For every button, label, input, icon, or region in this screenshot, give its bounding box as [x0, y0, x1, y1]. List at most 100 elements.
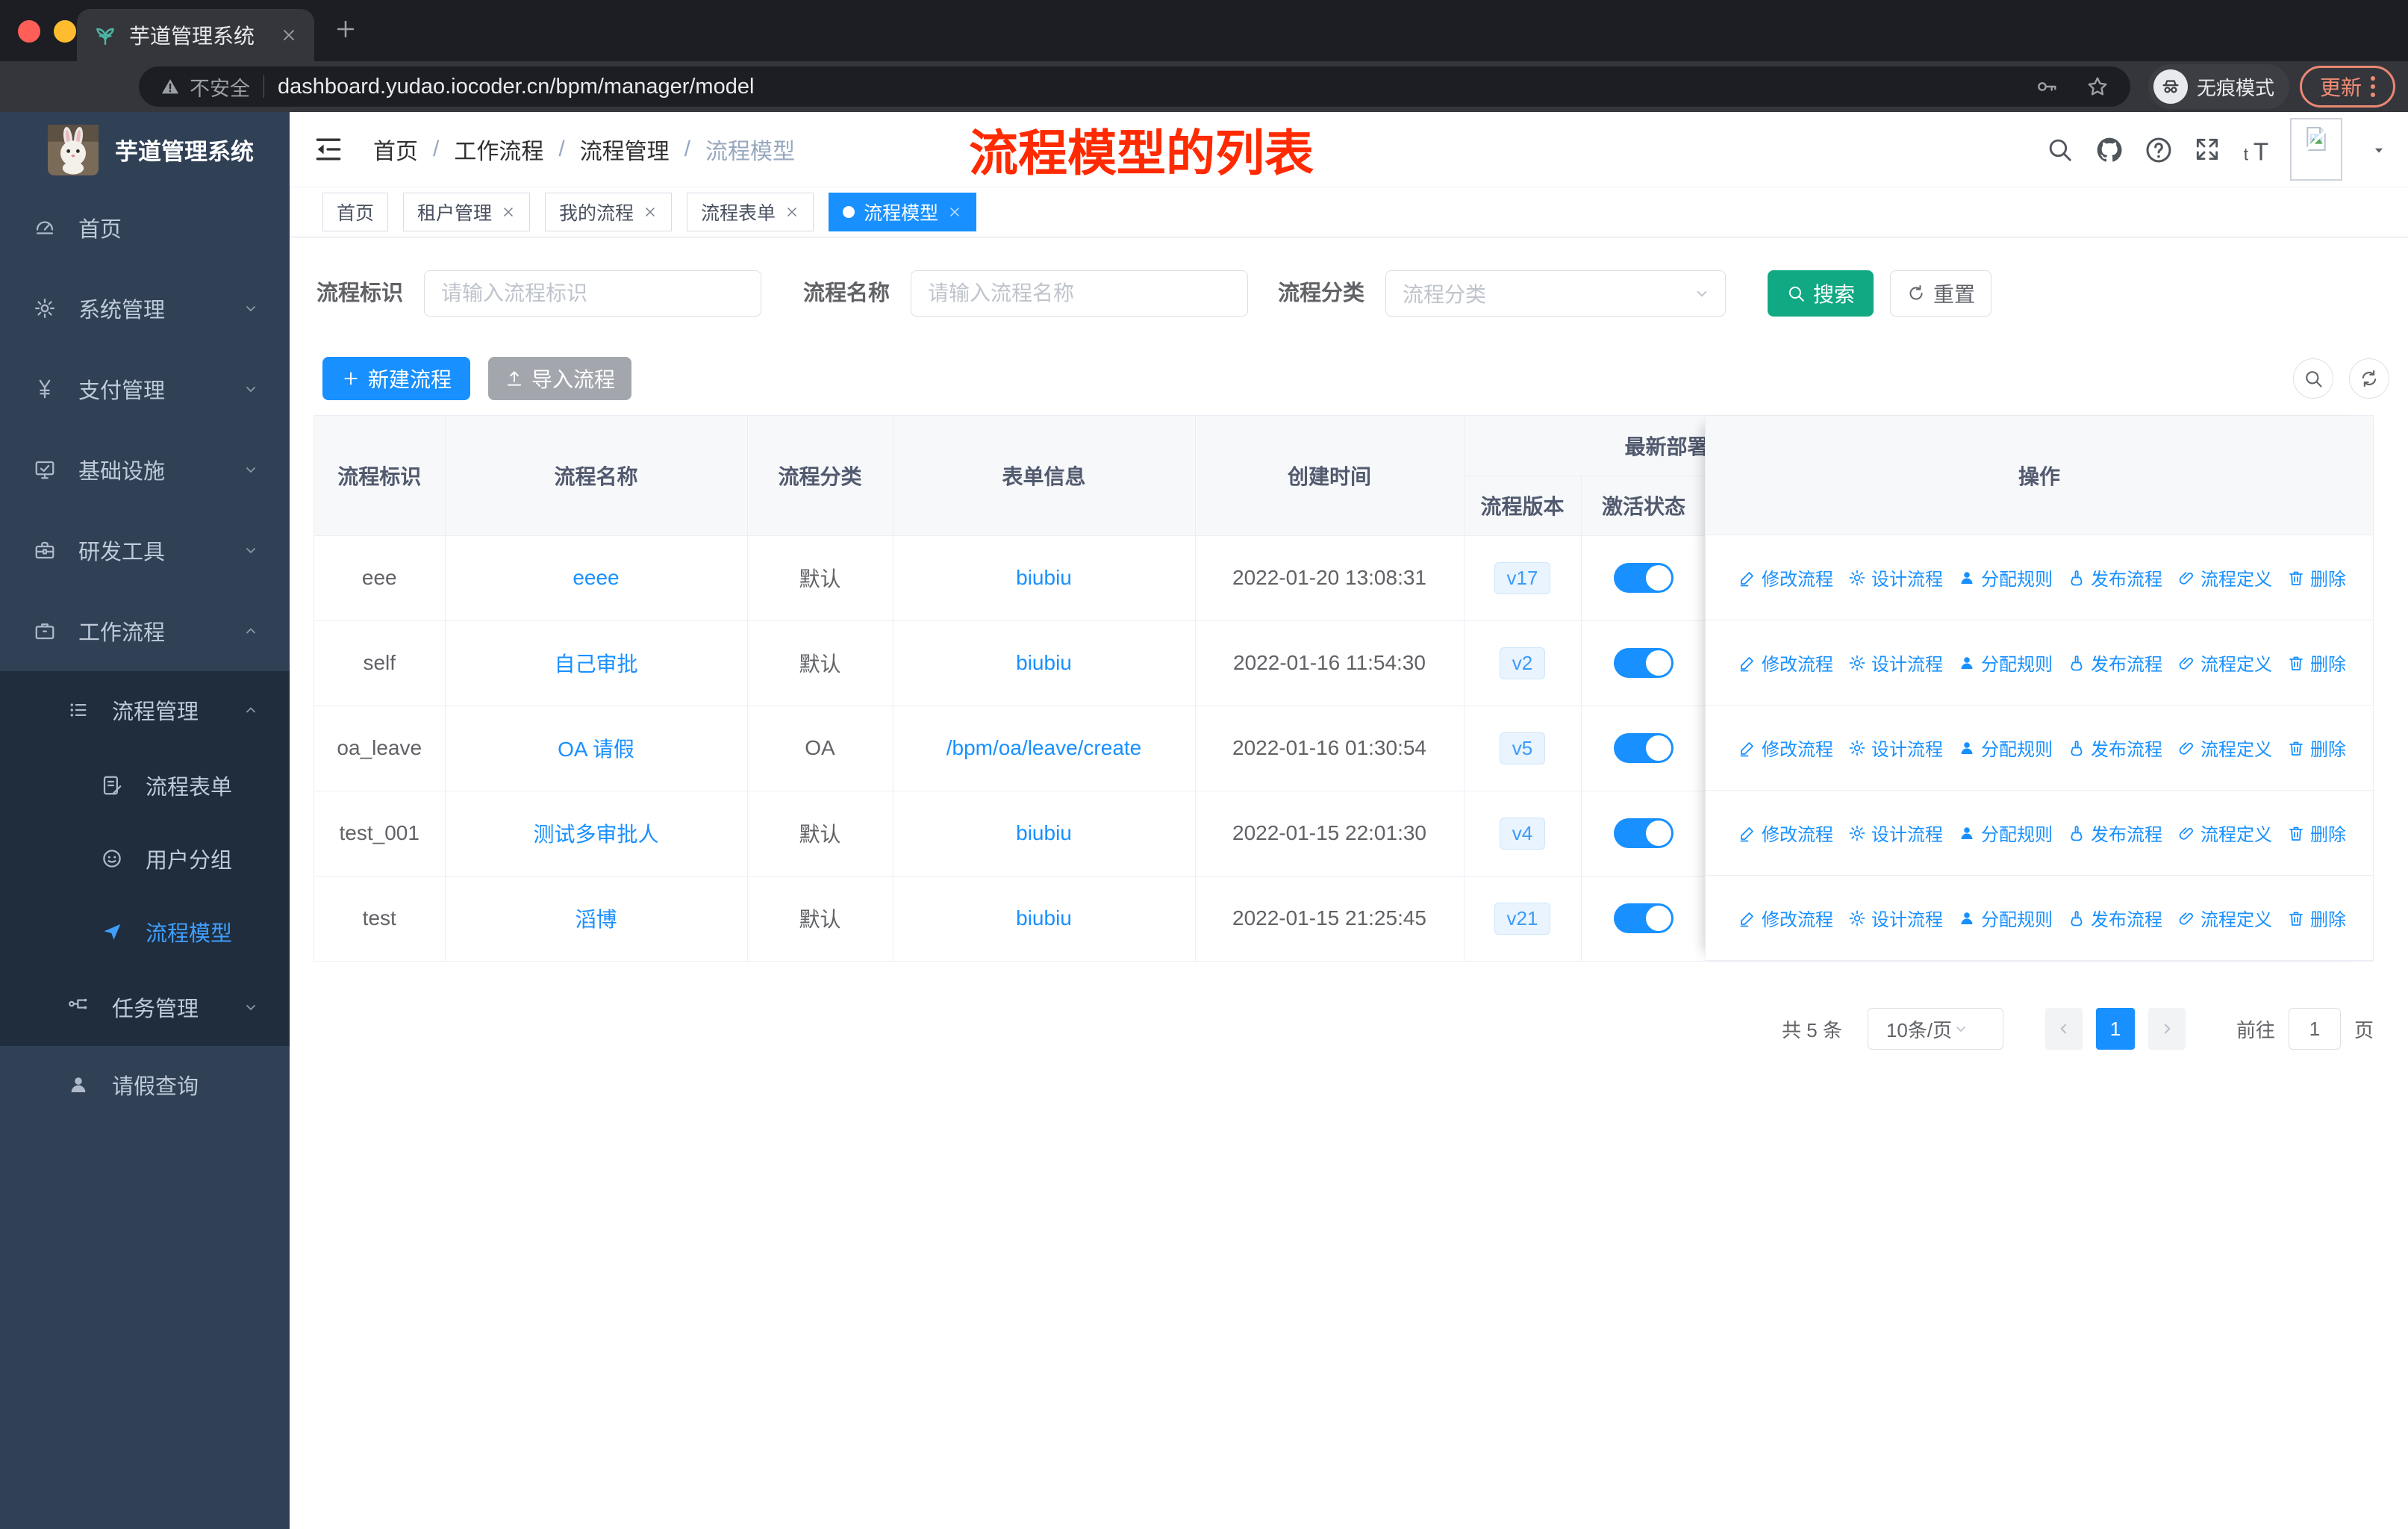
edit-process-link[interactable]: 修改流程	[1738, 564, 1833, 591]
tag-item-1[interactable]: 租户管理	[403, 193, 531, 231]
category-select[interactable]: 流程分类	[1385, 270, 1726, 317]
page-size-select[interactable]: 10条/页	[1867, 1008, 2003, 1050]
assign-rule-link[interactable]: 分配规则	[1958, 735, 2053, 761]
tag-close-icon[interactable]	[643, 205, 658, 219]
browser-menu-icon[interactable]	[2371, 76, 2375, 97]
edit-process-link[interactable]: 修改流程	[1738, 820, 1833, 846]
refresh-table-button[interactable]	[2349, 358, 2389, 399]
process-key-input[interactable]	[424, 270, 761, 317]
publish-process-link[interactable]: 发布流程	[2068, 564, 2162, 591]
next-page-button[interactable]	[2147, 1008, 2186, 1050]
process-name-link[interactable]: 自己审批	[554, 653, 637, 676]
form-info-link[interactable]: biubiu	[1016, 651, 1072, 674]
github-icon[interactable]	[2094, 135, 2124, 165]
tab-close-icon[interactable]	[280, 26, 298, 44]
form-info-link[interactable]: /bpm/oa/leave/create	[946, 736, 1142, 759]
page-1-button[interactable]: 1	[2095, 1008, 2135, 1050]
bookmark-star-icon[interactable]	[2086, 75, 2109, 99]
prev-page-button[interactable]	[2044, 1008, 2083, 1050]
active-status-toggle[interactable]	[1614, 648, 1674, 678]
process-definition-link[interactable]: 流程定义	[2177, 820, 2272, 846]
browser-tab[interactable]: 芋道管理系统	[77, 9, 314, 61]
tag-close-icon[interactable]	[785, 205, 799, 219]
sidebar-item-user-group[interactable]: 用户分组	[0, 822, 290, 895]
import-process-button[interactable]: 导入流程	[488, 357, 631, 400]
delete-link[interactable]: 删除	[2287, 564, 2346, 591]
avatar-caret-icon[interactable]	[2371, 142, 2387, 158]
sidebar-item-devtools[interactable]: 研发工具	[0, 510, 290, 591]
process-name-link[interactable]: OA 请假	[558, 738, 634, 761]
sidebar-item-process-manage[interactable]: 流程管理	[0, 671, 290, 749]
sidebar-item-leave-query[interactable]: 请假查询	[0, 1046, 290, 1124]
tag-item-3[interactable]: 流程表单	[687, 193, 814, 231]
active-status-toggle[interactable]	[1614, 563, 1674, 593]
publish-process-link[interactable]: 发布流程	[2068, 650, 2162, 676]
breadcrumb-process-manage[interactable]: 流程管理	[580, 133, 670, 166]
sidebar-item-home[interactable]: 首页	[0, 187, 290, 268]
sidebar-item-process-form[interactable]: 流程表单	[0, 749, 290, 822]
password-key-icon[interactable]	[2035, 75, 2059, 99]
goto-page-input[interactable]	[2288, 1008, 2341, 1050]
sidebar-item-system[interactable]: 系统管理	[0, 268, 290, 349]
create-process-button[interactable]: 新建流程	[322, 357, 470, 400]
new-tab-button[interactable]	[333, 16, 358, 42]
design-process-link[interactable]: 设计流程	[1848, 564, 1943, 591]
header-search-icon[interactable]	[2045, 135, 2074, 164]
breadcrumb-home[interactable]: 首页	[373, 133, 418, 166]
tag-item-4[interactable]: 流程模型	[829, 193, 977, 231]
tag-close-icon[interactable]	[947, 205, 962, 219]
search-button[interactable]: 搜索	[1768, 270, 1874, 317]
publish-process-link[interactable]: 发布流程	[2068, 820, 2162, 846]
design-process-link[interactable]: 设计流程	[1848, 820, 1943, 846]
active-status-toggle[interactable]	[1614, 903, 1674, 933]
tag-home[interactable]: 首页	[322, 193, 389, 231]
process-name-link[interactable]: eeee	[573, 566, 619, 589]
sidebar-item-process-model[interactable]: 流程模型	[0, 895, 290, 968]
reset-button[interactable]: 重置	[1890, 270, 1991, 317]
design-process-link[interactable]: 设计流程	[1848, 905, 1943, 931]
fullscreen-icon[interactable]	[2193, 135, 2221, 164]
edit-process-link[interactable]: 修改流程	[1738, 735, 1833, 761]
sidebar-item-task-manage[interactable]: 任务管理	[0, 968, 290, 1046]
delete-link[interactable]: 删除	[2287, 820, 2346, 846]
help-icon[interactable]	[2144, 135, 2174, 165]
publish-process-link[interactable]: 发布流程	[2068, 735, 2162, 761]
process-name-input[interactable]	[911, 270, 1248, 317]
assign-rule-link[interactable]: 分配规则	[1958, 820, 2053, 846]
sidebar-item-infra[interactable]: 基础设施	[0, 429, 290, 510]
process-name-link[interactable]: 测试多审批人	[533, 823, 658, 846]
close-window-button[interactable]	[18, 20, 40, 43]
process-definition-link[interactable]: 流程定义	[2177, 905, 2272, 931]
active-status-toggle[interactable]	[1614, 818, 1674, 848]
edit-process-link[interactable]: 修改流程	[1738, 905, 1833, 931]
delete-link[interactable]: 删除	[2287, 905, 2346, 931]
tag-item-2[interactable]: 我的流程	[545, 193, 673, 231]
form-info-link[interactable]: biubiu	[1016, 566, 1072, 589]
address-bar[interactable]: 不安全 dashboard.yudao.iocoder.cn/bpm/manag…	[139, 66, 2130, 107]
form-info-link[interactable]: biubiu	[1016, 906, 1072, 929]
sidebar-collapse-icon[interactable]	[312, 133, 345, 166]
active-status-toggle[interactable]	[1614, 733, 1674, 763]
user-avatar[interactable]	[2290, 118, 2342, 181]
edit-process-link[interactable]: 修改流程	[1738, 650, 1833, 676]
breadcrumb-workflow[interactable]: 工作流程	[454, 133, 543, 166]
form-info-link[interactable]: biubiu	[1016, 821, 1072, 844]
delete-link[interactable]: 删除	[2287, 735, 2346, 761]
sidebar-item-payment[interactable]: 支付管理	[0, 349, 290, 429]
assign-rule-link[interactable]: 分配规则	[1958, 905, 2053, 931]
delete-link[interactable]: 删除	[2287, 650, 2346, 676]
toggle-search-button[interactable]	[2293, 358, 2333, 399]
tag-close-icon[interactable]	[501, 205, 516, 219]
process-definition-link[interactable]: 流程定义	[2177, 650, 2272, 676]
font-size-icon[interactable]: tT	[2242, 135, 2274, 166]
process-name-link[interactable]: 滔博	[575, 908, 617, 931]
design-process-link[interactable]: 设计流程	[1848, 650, 1943, 676]
design-process-link[interactable]: 设计流程	[1848, 735, 1943, 761]
assign-rule-link[interactable]: 分配规则	[1958, 650, 2053, 676]
process-definition-link[interactable]: 流程定义	[2177, 564, 2272, 591]
update-button[interactable]: 更新	[2300, 66, 2395, 108]
sidebar-item-workflow[interactable]: 工作流程	[0, 591, 290, 671]
url-text[interactable]: dashboard.yudao.iocoder.cn/bpm/manager/m…	[278, 75, 754, 99]
minimize-window-button[interactable]	[54, 20, 76, 43]
assign-rule-link[interactable]: 分配规则	[1958, 564, 2053, 591]
